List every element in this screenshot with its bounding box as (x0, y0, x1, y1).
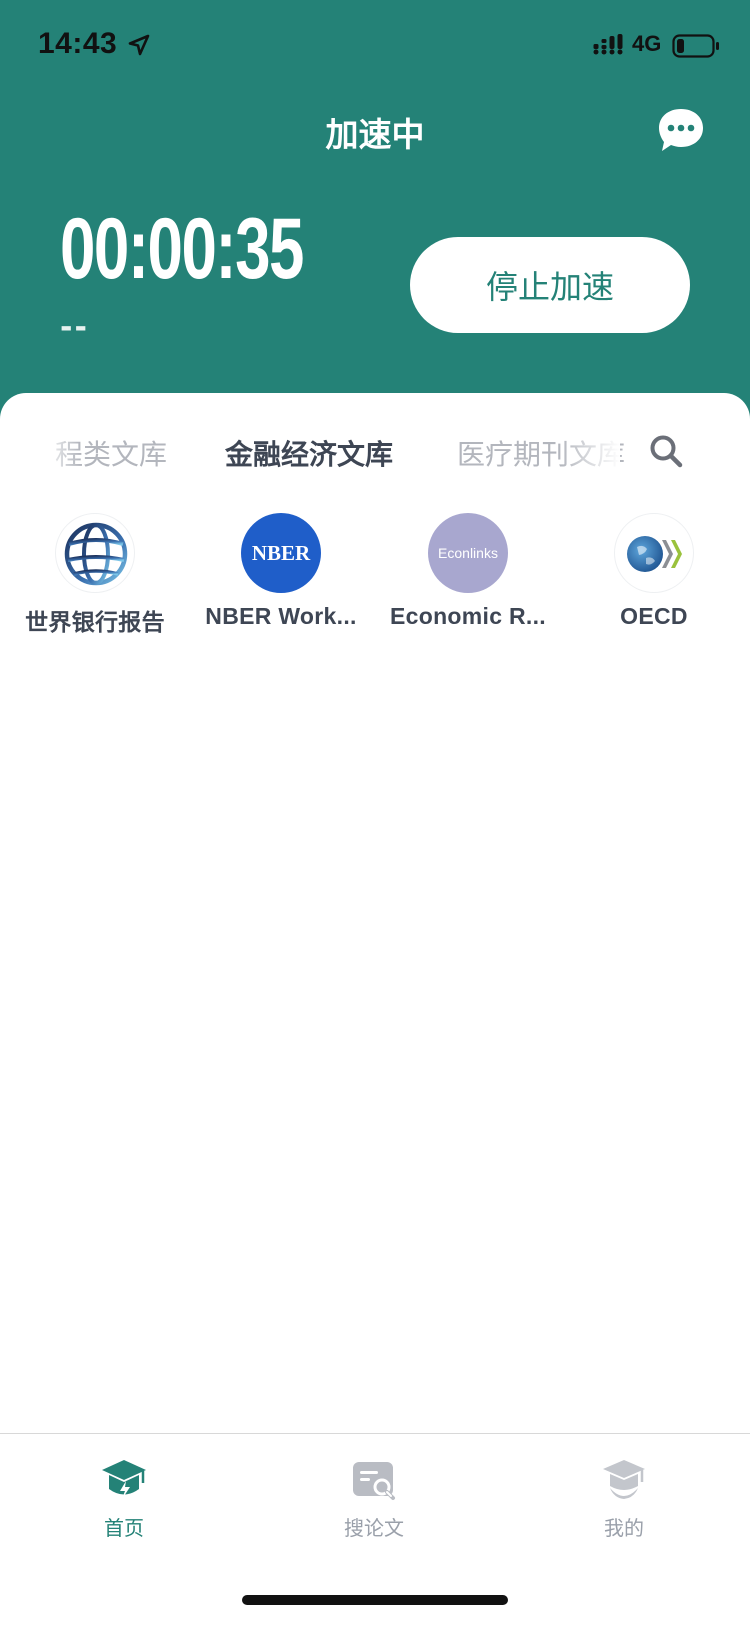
oecd-globe-icon (627, 536, 682, 572)
search-document-icon (353, 1462, 395, 1500)
signal-strength-icon (593, 34, 623, 55)
tabbar-item-profile[interactable]: 我的 (564, 1456, 684, 1541)
category-tabs: 程类文库 金融经济文库 医疗期刊文库 (0, 433, 640, 483)
header: 14:43 4G 加速中 00:00:35 -- 停止加速 (0, 0, 750, 430)
status-time: 14:43 (38, 27, 118, 60)
nber-logo: NBER (241, 513, 321, 593)
status-bar: 14:43 4G (0, 0, 750, 90)
oecd-logo (614, 513, 694, 593)
content-card: 程类文库 金融经济文库 医疗期刊文库 世界银行报告 NBER NBER Work… (0, 393, 750, 1433)
globe-icon (64, 522, 128, 586)
library-world-bank[interactable]: 世界银行报告 (0, 513, 190, 637)
graduation-cap-profile-icon (603, 1460, 645, 1499)
location-arrow-icon (128, 34, 150, 56)
speed-status: -- (60, 310, 89, 345)
graduation-cap-home-icon (102, 1460, 146, 1499)
tabbar-item-home[interactable]: 首页 (64, 1456, 184, 1541)
nber-logo-text: NBER (251, 540, 311, 565)
library-econlinks[interactable]: Econlinks Economic R... (373, 513, 563, 630)
library-label: Economic R... (390, 603, 546, 629)
tabbar-label-home: 首页 (104, 1516, 144, 1540)
home-indicator (242, 1595, 508, 1605)
tabbar-label-profile: 我的 (604, 1516, 644, 1540)
page-title: 加速中 (325, 115, 425, 154)
tabbar-label-search: 搜论文 (344, 1516, 404, 1540)
chat-bubble-icon[interactable] (656, 106, 706, 154)
econlinks-logo: Econlinks (428, 513, 508, 593)
tabbar-item-search-papers[interactable]: 搜论文 (314, 1456, 434, 1541)
battery-icon (672, 34, 719, 58)
stop-acceleration-button[interactable]: 停止加速 (410, 237, 690, 333)
library-oecd[interactable]: OECD (559, 513, 749, 630)
library-label: 世界银行报告 (25, 609, 165, 635)
elapsed-timer: 00:00:35 (60, 201, 304, 297)
tab-fade-right (560, 433, 620, 483)
library-label: OECD (620, 603, 688, 629)
tab-finance-economics-library[interactable]: 金融经济文库 (225, 433, 393, 473)
library-label: NBER Work... (205, 603, 357, 629)
econlinks-logo-text: Econlinks (438, 545, 498, 561)
network-type: 4G (632, 31, 662, 56)
tab-fade-left (40, 433, 80, 483)
world-bank-logo (55, 513, 135, 593)
library-nber[interactable]: NBER NBER Work... (186, 513, 376, 630)
search-icon[interactable] (648, 433, 684, 469)
